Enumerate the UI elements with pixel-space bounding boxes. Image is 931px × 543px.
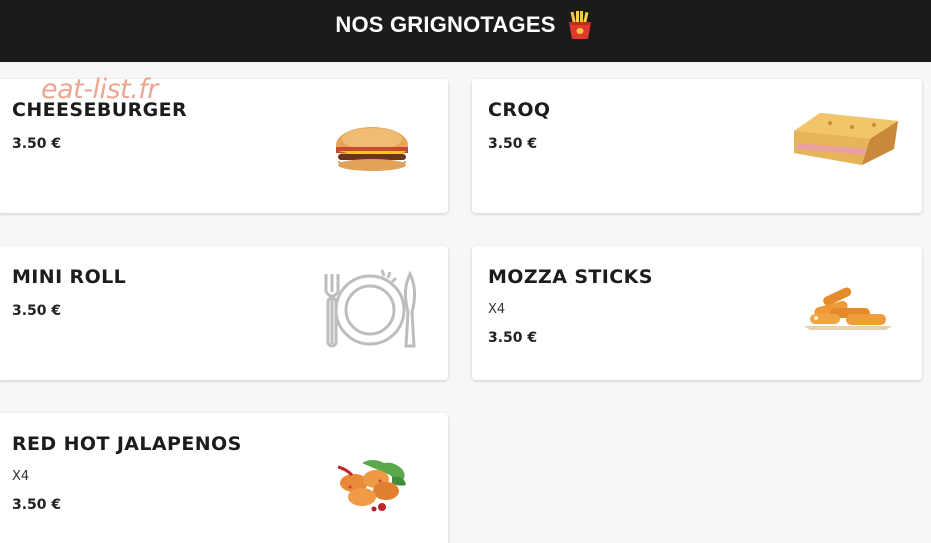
item-price: 3.50 € <box>488 136 538 152</box>
page-header: NOS GRIGNOTAGES <box>0 0 931 62</box>
item-name: CROQ <box>488 99 551 121</box>
item-name: MINI ROLL <box>12 266 127 288</box>
item-name: MOZZA STICKS <box>488 266 653 288</box>
jalapenos-image <box>332 457 412 518</box>
page-title-wrap: NOS GRIGNOTAGES <box>335 9 595 41</box>
page-title: NOS GRIGNOTAGES <box>335 12 556 37</box>
menu-item-card-croq[interactable]: CROQ 3.50 € <box>472 79 922 213</box>
menu-item-card-red-hot-jalapenos[interactable]: RED HOT JALAPENOS X4 3.50 € <box>0 413 448 543</box>
menu-item-card-mozza-sticks[interactable]: MOZZA STICKS X4 3.50 € <box>472 246 922 380</box>
item-price: 3.50 € <box>12 136 62 152</box>
item-description: X4 <box>488 302 506 317</box>
mozza-sticks-image <box>802 286 894 337</box>
item-name: CHEESEBURGER <box>12 99 188 121</box>
fries-icon <box>564 9 596 41</box>
menu-item-card-cheeseburger[interactable]: CHEESEBURGER 3.50 € <box>0 79 448 213</box>
item-price: 3.50 € <box>12 497 62 513</box>
item-price: 3.50 € <box>12 303 62 319</box>
item-price: 3.50 € <box>488 330 538 346</box>
item-name: RED HOT JALAPENOS <box>12 433 242 455</box>
item-description: X4 <box>12 469 30 484</box>
cheeseburger-image <box>334 123 410 178</box>
plate-cutlery-placeholder-icon <box>322 268 420 355</box>
croque-sandwich-image <box>790 109 902 172</box>
menu-item-card-mini-roll[interactable]: MINI ROLL 3.50 € <box>0 246 448 380</box>
